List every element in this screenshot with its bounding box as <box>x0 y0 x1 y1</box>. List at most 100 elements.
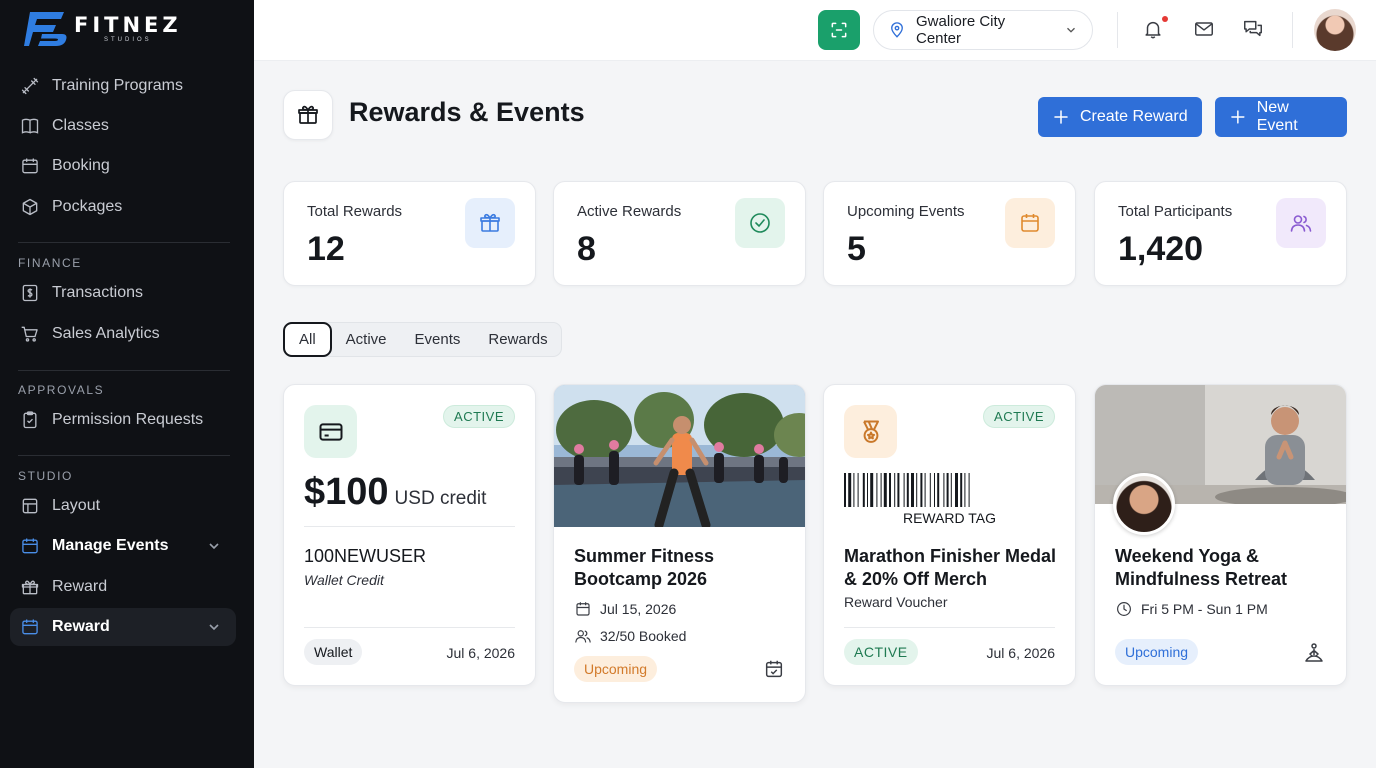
card-divider <box>844 627 1055 628</box>
sidebar-item-label: Reward <box>52 618 110 635</box>
location-select[interactable]: Gwaliore City Center <box>873 10 1093 50</box>
barcode-bar <box>960 473 963 507</box>
topbar-separator <box>1117 12 1118 48</box>
filter-tab-rewards[interactable]: Rewards <box>474 322 561 357</box>
barcode-bar <box>950 473 952 507</box>
stat-label: Total Participants <box>1118 203 1233 220</box>
barcode-bar <box>889 473 891 507</box>
create-reward-label: Create Reward <box>1080 108 1188 125</box>
section-label-approvals: APPROVALS <box>18 383 105 397</box>
user-avatar[interactable] <box>1314 9 1356 51</box>
credit-card-icon <box>319 422 342 441</box>
stat-value: 5 <box>847 230 866 268</box>
brand-logo[interactable]: FITNEZ STUDIOS <box>24 10 182 48</box>
credit-amount: $100 <box>304 471 389 513</box>
sidebar-item-label: Classes <box>52 117 109 134</box>
status-badge: ACTIVE <box>983 405 1055 428</box>
barcode-bar <box>924 473 926 507</box>
stat-icon-box <box>1005 198 1055 248</box>
sidebar-item-sales-analytics[interactable]: Sales Analytics <box>10 315 236 353</box>
sidebar-item-reward-selected[interactable]: Reward <box>10 608 236 646</box>
calendar-icon <box>22 619 38 635</box>
dollar-icon <box>22 284 38 302</box>
reward-title: Marathon Finisher Medal & 20% Off Merch <box>844 546 1057 589</box>
status-pill: ACTIVE <box>844 639 918 665</box>
new-event-button[interactable]: New Event <box>1215 97 1347 137</box>
status-pill: Upcoming <box>1115 639 1199 665</box>
chevron-down-icon <box>209 624 219 631</box>
event-time: Fri 5 PM - Sun 1 PM <box>1141 601 1268 617</box>
event-title: Summer Fitness Bootcamp 2026 <box>574 546 715 589</box>
stat-icon-box <box>1276 198 1326 248</box>
stat-value: 8 <box>577 230 596 268</box>
stat-value: 12 <box>307 230 345 268</box>
barcode-bar <box>937 473 940 507</box>
clock-icon <box>1117 602 1131 616</box>
event-booked: 32/50 Booked <box>600 628 687 644</box>
sidebar-item-label: Pockages <box>52 198 123 215</box>
credit-amount-row: $100 USD credit <box>304 471 486 514</box>
calendar-icon <box>22 158 38 174</box>
reward-type: Reward Voucher <box>844 594 948 610</box>
mail-icon[interactable] <box>1193 18 1215 40</box>
sidebar-item-permission-requests[interactable]: Permission Requests <box>10 401 236 439</box>
sidebar-item-label: Booking <box>52 157 110 174</box>
location-pin-icon <box>891 22 903 38</box>
gift-icon <box>480 213 500 232</box>
section-label-finance: FINANCE <box>18 256 82 270</box>
sidebar-item-label: Training Programs <box>52 77 184 94</box>
sidebar-item-label: Transactions <box>52 284 143 301</box>
notification-dot <box>1162 16 1168 22</box>
status-pill: Upcoming <box>574 656 658 682</box>
event-booked-row: 32/50 Booked <box>574 627 686 645</box>
check-circle-icon <box>750 213 770 233</box>
barcode-bar <box>943 473 945 507</box>
event-card-yoga[interactable]: Weekend Yoga & Mindfulness Retreat Fri 5… <box>1094 384 1347 686</box>
sidebar-item-transactions[interactable]: Transactions <box>10 274 236 312</box>
stat-card-total-rewards: Total Rewards 12 <box>283 181 536 286</box>
barcode-bar <box>876 473 878 507</box>
sidebar-item-booking[interactable]: Booking <box>10 147 236 185</box>
filter-tab-events[interactable]: Events <box>401 322 475 357</box>
filter-tab-active[interactable]: Active <box>332 322 401 357</box>
barcode-label: REWARD TAG <box>902 510 997 526</box>
bell-icon[interactable] <box>1142 18 1164 40</box>
create-reward-button[interactable]: Create Reward <box>1038 97 1202 137</box>
gift-icon <box>298 105 318 124</box>
barcode-bar <box>894 473 896 507</box>
cart-icon <box>21 326 38 342</box>
users-icon <box>575 630 591 643</box>
sidebar-item-layout[interactable]: Layout <box>10 487 236 525</box>
sidebar-item-reward[interactable]: Reward <box>10 568 236 606</box>
calendar-check-icon[interactable] <box>763 658 785 680</box>
stat-card-upcoming-events: Upcoming Events 5 <box>823 181 1076 286</box>
barcode-bar <box>903 473 905 507</box>
card-icon-box <box>844 405 897 458</box>
sidebar-item-training-programs[interactable]: Training Programs <box>10 67 236 105</box>
stat-label: Upcoming Events <box>847 203 965 220</box>
promo-code: 100NEWUSER <box>304 546 427 566</box>
reward-card-medal[interactable]: ACTIVE REWARD TAG Marathon Finisher Meda… <box>823 384 1076 686</box>
card-icon-box <box>304 405 357 458</box>
location-value: Gwaliore City Center <box>916 13 1006 47</box>
scan-button[interactable] <box>818 10 860 50</box>
event-card-bootcamp[interactable]: Summer Fitness Bootcamp 2026 Jul 15, 202… <box>553 384 806 703</box>
barcode-bar <box>857 473 859 507</box>
sidebar-item-packages[interactable]: Pockages <box>10 188 236 226</box>
chat-icon[interactable] <box>1242 18 1264 40</box>
calendar-icon <box>22 538 38 554</box>
filter-tab-all[interactable]: All <box>283 322 332 357</box>
barcode-bar <box>934 473 935 507</box>
reward-date: Jul 6, 2026 <box>446 645 516 661</box>
sidebar-item-label: Permission Requests <box>52 411 204 428</box>
sidebar-item-classes[interactable]: Classes <box>10 107 236 145</box>
barcode-bar <box>880 473 882 507</box>
barcode-bar <box>911 473 914 507</box>
barcode-bar <box>968 473 970 507</box>
sidebar-item-manage-events[interactable]: Manage Events <box>10 527 236 565</box>
stat-icon-box <box>735 198 785 248</box>
bootcamp-photo <box>554 385 805 527</box>
reward-card-credit[interactable]: ACTIVE $100 USD credit 100NEWUSER Wallet… <box>283 384 536 686</box>
chevron-down-icon <box>1067 27 1075 33</box>
sidebar-divider <box>18 370 230 371</box>
